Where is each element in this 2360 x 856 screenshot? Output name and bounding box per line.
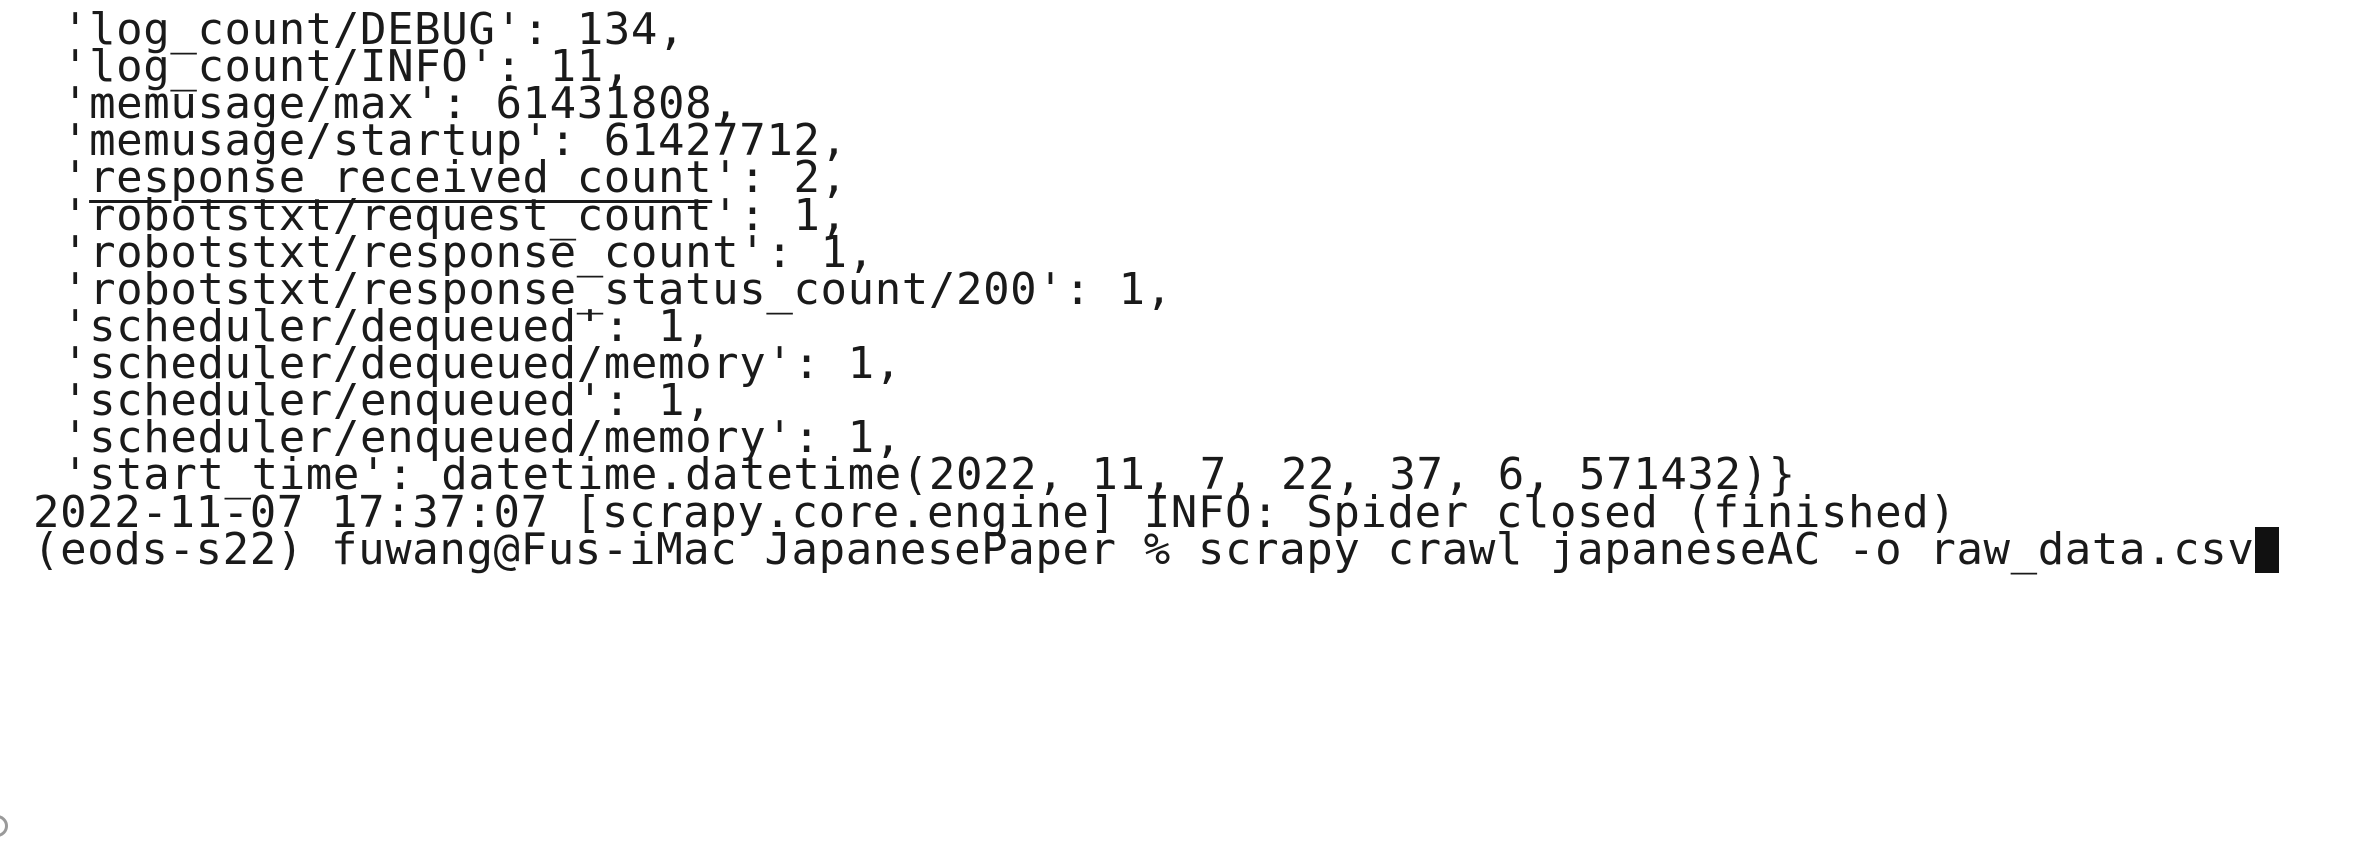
text-cursor — [2255, 527, 2280, 573]
terminal-window[interactable]: 'log_count/DEBUG': 134, 'log_count/INFO'… — [0, 0, 2360, 856]
prompt-env: (eods-s22) — [33, 524, 304, 575]
command-input[interactable]: scrapy crawl japaneseAC -o raw_data.csv — [1198, 524, 2255, 575]
prompt-symbol: % — [1143, 524, 1171, 575]
prompt-user-host: fuwang@Fus-iMac — [331, 524, 738, 575]
command-status-icon — [0, 815, 8, 837]
prompt-cwd: JapanesePaper — [764, 524, 1117, 575]
prompt-line[interactable]: (eods-s22) fuwang@Fus-iMac JapanesePaper… — [33, 522, 2280, 578]
